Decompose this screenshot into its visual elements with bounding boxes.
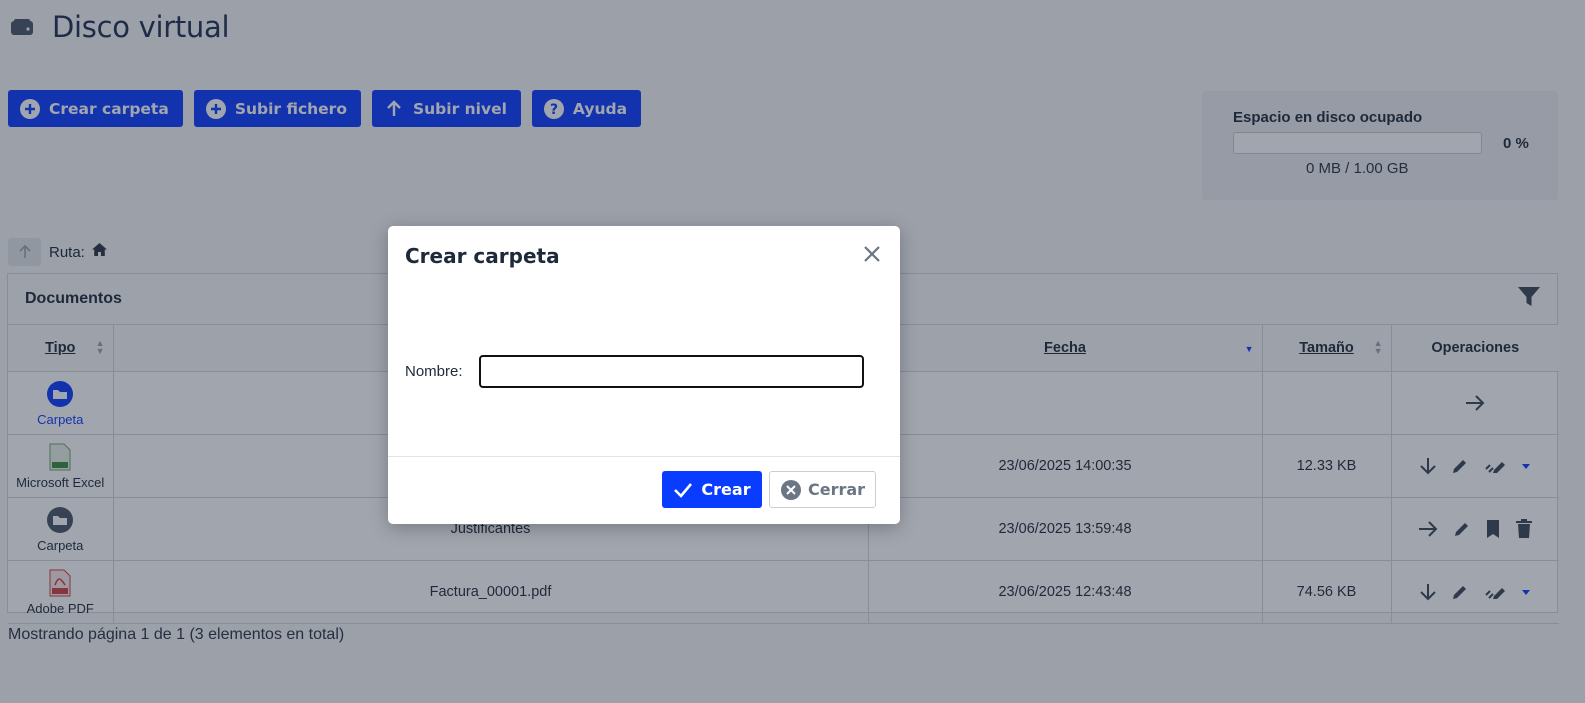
create-button[interactable]: Crear	[662, 471, 762, 508]
close-button[interactable]: Cerrar	[769, 471, 876, 508]
x-circle-icon	[780, 479, 801, 500]
close-button-label: Cerrar	[807, 480, 866, 499]
create-folder-dialog: Crear carpeta Nombre: Crear Cerrar	[388, 226, 900, 524]
create-button-label: Crear	[701, 480, 751, 499]
check-icon	[674, 482, 693, 498]
dialog-title: Crear carpeta	[405, 244, 560, 268]
folder-name-input[interactable]	[478, 355, 864, 388]
folder-name-label: Nombre:	[405, 363, 463, 380]
close-icon[interactable]	[862, 244, 882, 269]
